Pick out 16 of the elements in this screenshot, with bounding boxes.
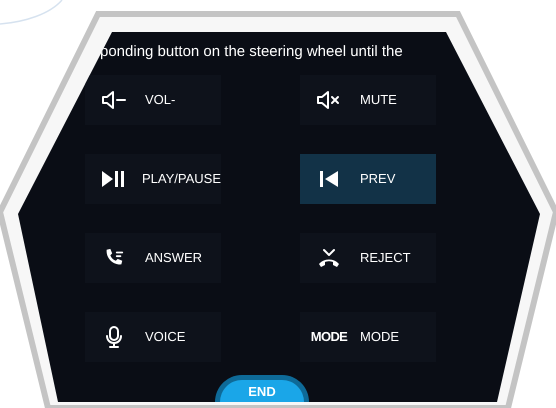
steering-key-button[interactable]: PLAY/PAUSE (85, 154, 221, 204)
mode-icon: MODE (310, 327, 348, 347)
speaker-minus-icon (101, 90, 127, 110)
instruction-text: ponding button on the steering wheel until the (100, 43, 403, 60)
steering-key-button[interactable]: REJECT (300, 233, 436, 283)
steering-key-button[interactable]: MODE MODE (300, 312, 436, 362)
phone-hangup-icon (317, 247, 341, 269)
steering-key-button[interactable]: VOICE (85, 312, 221, 362)
speaker-mute-icon (316, 90, 342, 110)
skip-back-icon (319, 170, 339, 188)
play-pause-icon (100, 170, 124, 188)
steering-key-button[interactable]: PREV (300, 154, 436, 204)
steering-key-button[interactable]: ANSWER (85, 233, 221, 283)
microphone-icon (105, 325, 123, 349)
steering-key-button[interactable]: MUTE (300, 75, 436, 125)
steering-key-button[interactable]: VOL- (85, 75, 221, 125)
